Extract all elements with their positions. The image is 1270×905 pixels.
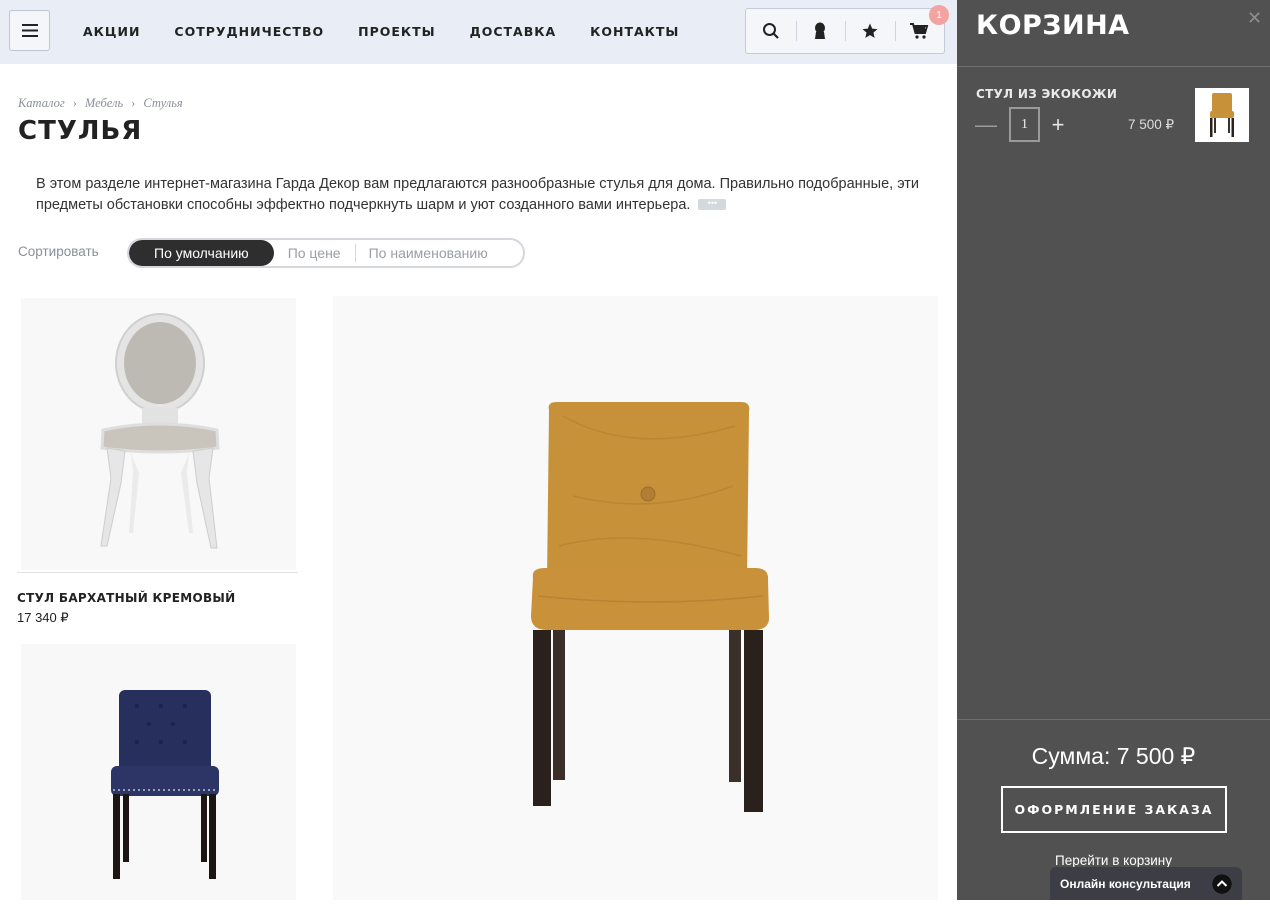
cart-count-badge: 1	[929, 5, 949, 25]
breadcrumb-item[interactable]: Мебель	[85, 96, 123, 110]
description-text: В этом разделе интернет-магазина Гарда Д…	[36, 176, 920, 213]
leather-chair-image	[333, 296, 938, 900]
cart-title: КОРЗИНА	[976, 10, 1130, 41]
menu-icon	[21, 24, 38, 37]
breadcrumb: Каталог › Мебель › Стулья	[18, 96, 183, 111]
product-card[interactable]	[21, 644, 296, 900]
top-bar: АКЦИИ СОТРУДНИЧЕСТВО ПРОЕКТЫ ДОСТАВКА КО…	[0, 0, 957, 64]
go-to-cart-link[interactable]: Перейти в корзину	[957, 853, 1270, 868]
nav-item-contacts[interactable]: КОНТАКТЫ	[590, 24, 679, 39]
cart-icon	[910, 23, 929, 39]
breadcrumb-separator: ›	[72, 96, 77, 110]
nav-item-promotions[interactable]: АКЦИИ	[83, 24, 140, 39]
main-nav: АКЦИИ СОТРУДНИЧЕСТВО ПРОЕКТЫ ДОСТАВКА КО…	[83, 24, 713, 39]
breadcrumb-item[interactable]: Стулья	[143, 96, 182, 110]
cart-item-name[interactable]: СТУЛ ИЗ ЭКОКОЖИ	[976, 87, 1117, 101]
search-icon	[762, 23, 779, 39]
cart-panel: КОРЗИНА ✕ СТУЛ ИЗ ЭКОКОЖИ — 1 + 7 500 ₽ …	[957, 0, 1270, 900]
nav-item-delivery[interactable]: ДОСТАВКА	[470, 24, 557, 39]
star-icon	[862, 23, 878, 38]
product-image[interactable]	[21, 298, 296, 570]
quantity-input[interactable]: 1	[1009, 107, 1040, 142]
product-card[interactable]	[21, 298, 296, 570]
chevron-up-icon[interactable]	[1212, 874, 1232, 894]
page-title: СТУЛЬЯ	[18, 116, 143, 146]
account-button[interactable]	[795, 8, 846, 54]
sort-option-name[interactable]: По наименованию	[354, 240, 502, 266]
consultation-label: Онлайн консультация	[1060, 876, 1191, 891]
velvet-chair-image	[21, 298, 296, 570]
product-price: 17 340 ₽	[17, 610, 69, 625]
breadcrumb-separator: ›	[131, 96, 136, 110]
favorites-button[interactable]	[845, 8, 895, 54]
sort-label: Сортировать	[18, 244, 99, 259]
divider	[957, 719, 1270, 720]
blue-chair-image	[21, 644, 296, 900]
read-more-button[interactable]: •••	[698, 198, 727, 210]
nav-item-projects[interactable]: ПРОЕКТЫ	[358, 24, 435, 39]
sort-option-default[interactable]: По умолчанию	[129, 240, 274, 266]
menu-button[interactable]	[9, 10, 50, 51]
online-consultation-widget[interactable]: Онлайн консультация	[1050, 867, 1242, 900]
sort-option-price[interactable]: По цене	[274, 240, 355, 266]
leather-chair-thumb	[1210, 93, 1234, 137]
decrease-button[interactable]: —	[975, 112, 997, 138]
search-button[interactable]	[746, 8, 796, 54]
product-card[interactable]	[333, 296, 938, 900]
product-name[interactable]: СТУЛ БАРХАТНЫЙ КРЕМОВЫЙ	[17, 591, 236, 605]
nav-item-cooperation[interactable]: СОТРУДНИЧЕСТВО	[174, 24, 324, 39]
checkout-button[interactable]: ОФОРМЛЕНИЕ ЗАКАЗА	[1001, 786, 1227, 833]
cart-item-thumbnail[interactable]	[1195, 88, 1249, 142]
header-tools	[745, 8, 945, 54]
card-divider	[17, 572, 298, 573]
sort-switch: По умолчанию По цене По наименованию	[127, 238, 525, 268]
user-icon	[815, 22, 826, 39]
cart-item-price: 7 500 ₽	[1128, 117, 1175, 132]
divider	[957, 66, 1270, 67]
category-description: В этом разделе интернет-магазина Гарда Д…	[36, 174, 926, 216]
cart-total: Сумма: 7 500 ₽	[1031, 743, 1196, 769]
breadcrumb-item[interactable]: Каталог	[18, 96, 65, 110]
increase-button[interactable]: +	[1047, 112, 1069, 138]
quantity-stepper: — 1 +	[975, 107, 1069, 142]
close-icon[interactable]: ✕	[1247, 8, 1262, 29]
